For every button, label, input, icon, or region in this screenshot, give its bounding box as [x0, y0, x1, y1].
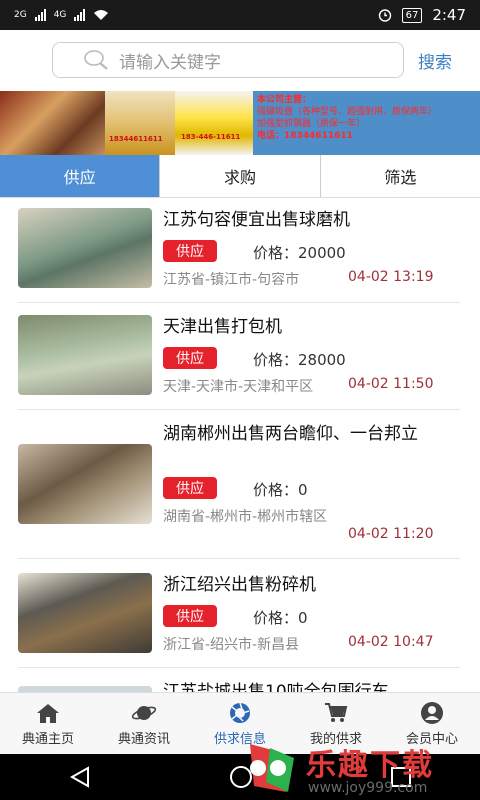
- item-price: 价格：28000: [253, 351, 346, 369]
- nav-home-label: 典通主页: [21, 732, 74, 747]
- supply-badge: 供应: [163, 347, 217, 369]
- nav-member[interactable]: 会员中心: [384, 693, 480, 755]
- list-item[interactable]: 浙江绍兴出售粉碎机 供应 价格：0 浙江省-绍兴市-新昌县 04-02 10:4…: [18, 559, 460, 668]
- item-time: 04-02 13:19: [348, 269, 434, 285]
- banner-line-2: 强磁吸盘（各种型号、超强耐用、质保两年）: [257, 107, 438, 117]
- nav-news-label: 典通资讯: [117, 732, 170, 747]
- banner-phone-1: 18344611611: [109, 135, 163, 143]
- home-button-icon[interactable]: [229, 765, 253, 789]
- item-title: 湖南郴州出售两台瞻仰、一台邦立: [163, 424, 418, 444]
- supply-badge: 供应: [163, 477, 217, 499]
- home-icon: [37, 704, 59, 723]
- recent-apps-icon[interactable]: [390, 766, 412, 788]
- signal-area: 2G 4G: [14, 9, 109, 21]
- banner-phone-2: 183-446-11611: [181, 133, 241, 141]
- item-time: 04-02 11:50: [348, 376, 434, 392]
- supply-badge: 供应: [163, 240, 217, 262]
- search-icon: [84, 50, 108, 70]
- nav-supply-info[interactable]: 供求信息: [192, 693, 288, 755]
- item-price: 价格：0: [253, 609, 308, 627]
- banner-claw-image: 183-446-11611: [175, 91, 253, 155]
- search-row: 请输入关键字 搜索: [0, 30, 480, 90]
- list-item[interactable]: 江苏盐城出售10吨全包围行车: [18, 668, 460, 692]
- user-icon: [421, 702, 443, 724]
- battery-indicator: 67: [401, 7, 423, 23]
- banner-line-4: 电话：18344611611: [257, 131, 353, 141]
- supply-badge: 供应: [163, 605, 217, 627]
- item-title: 江苏盐城出售10吨全包围行车: [163, 682, 389, 692]
- tab-bar: 供应 求购 筛选: [0, 155, 480, 198]
- alarm-icon: [378, 9, 391, 22]
- item-price: 价格：20000: [253, 244, 346, 262]
- item-thumbnail: [18, 315, 152, 395]
- signal-icon-2: [74, 9, 86, 21]
- status-right: 67 2:47: [378, 6, 466, 24]
- back-icon[interactable]: [68, 766, 92, 788]
- nav-news[interactable]: 典通资讯: [96, 693, 192, 755]
- nav-supply-info-label: 供求信息: [213, 732, 266, 747]
- bottom-nav: 典通主页 典通资讯 供求信息 我的供求 会员中心: [0, 692, 480, 755]
- item-thumbnail: [18, 573, 152, 653]
- item-region: 浙江省-绍兴市-新昌县: [163, 637, 300, 653]
- item-thumbnail: [18, 208, 152, 288]
- item-region: 湖南省-郴州市-郴州市辖区: [163, 509, 328, 525]
- tab-supply[interactable]: 供应: [0, 155, 160, 197]
- network-2g-label: 2G: [14, 10, 27, 20]
- clock: 2:47: [432, 6, 466, 24]
- list-item[interactable]: 天津出售打包机 供应 价格：28000 天津-天津市-天津和平区 04-02 1…: [18, 303, 460, 410]
- item-price: 价格：0: [253, 481, 308, 499]
- banner-magnet-image: [0, 91, 105, 155]
- item-title: 江苏句容便宜出售球磨机: [163, 210, 350, 230]
- item-title: 浙江绍兴出售粉碎机: [163, 575, 316, 595]
- banner-text: 本公司主营： 强磁吸盘（各种型号、超强耐用、质保两年） 加强型抓钢器（质保一年）…: [253, 91, 480, 155]
- planet-icon: [131, 706, 157, 720]
- banner-grab-image: 18344611611: [105, 91, 175, 155]
- network-4g-label: 4G: [53, 10, 67, 20]
- tab-purchase[interactable]: 求购: [159, 155, 321, 197]
- nav-home[interactable]: 典通主页: [0, 693, 96, 755]
- item-region: 江苏省-镇江市-句容市: [163, 272, 300, 288]
- banner-line-3: 加强型抓钢器（质保一年）: [257, 119, 366, 129]
- item-thumbnail: [18, 444, 152, 524]
- nav-member-label: 会员中心: [405, 732, 458, 747]
- aperture-icon: [230, 702, 250, 723]
- item-region: 天津-天津市-天津和平区: [163, 379, 314, 395]
- item-time: 04-02 11:20: [348, 526, 434, 542]
- list-item[interactable]: 湖南郴州出售两台瞻仰、一台邦立 供应 价格：0 湖南省-郴州市-郴州市辖区 04…: [18, 410, 460, 559]
- list-item[interactable]: 江苏句容便宜出售球磨机 供应 价格：20000 江苏省-镇江市-句容市 04-0…: [18, 198, 460, 303]
- signal-icon: [34, 9, 46, 21]
- nav-my-supply-label: 我的供求: [309, 732, 362, 747]
- item-time: 04-02 10:47: [348, 634, 434, 650]
- status-bar: 2G 4G 67 2:47: [0, 0, 480, 30]
- item-title: 天津出售打包机: [163, 317, 282, 337]
- ad-banner[interactable]: 18344611611 183-446-11611 本公司主营： 强磁吸盘（各种…: [0, 91, 480, 155]
- cart-icon: [325, 703, 348, 722]
- system-nav-bar: [0, 754, 480, 800]
- wifi-icon: [94, 10, 109, 20]
- tab-filter[interactable]: 筛选: [321, 155, 480, 197]
- search-placeholder: 请输入关键字: [119, 52, 221, 73]
- supply-list: 江苏句容便宜出售球磨机 供应 价格：20000 江苏省-镇江市-句容市 04-0…: [0, 198, 480, 692]
- nav-my-supply[interactable]: 我的供求: [288, 693, 384, 755]
- banner-line-1: 本公司主营：: [257, 95, 312, 105]
- search-input[interactable]: 请输入关键字: [52, 42, 404, 78]
- search-button[interactable]: 搜索: [418, 48, 452, 73]
